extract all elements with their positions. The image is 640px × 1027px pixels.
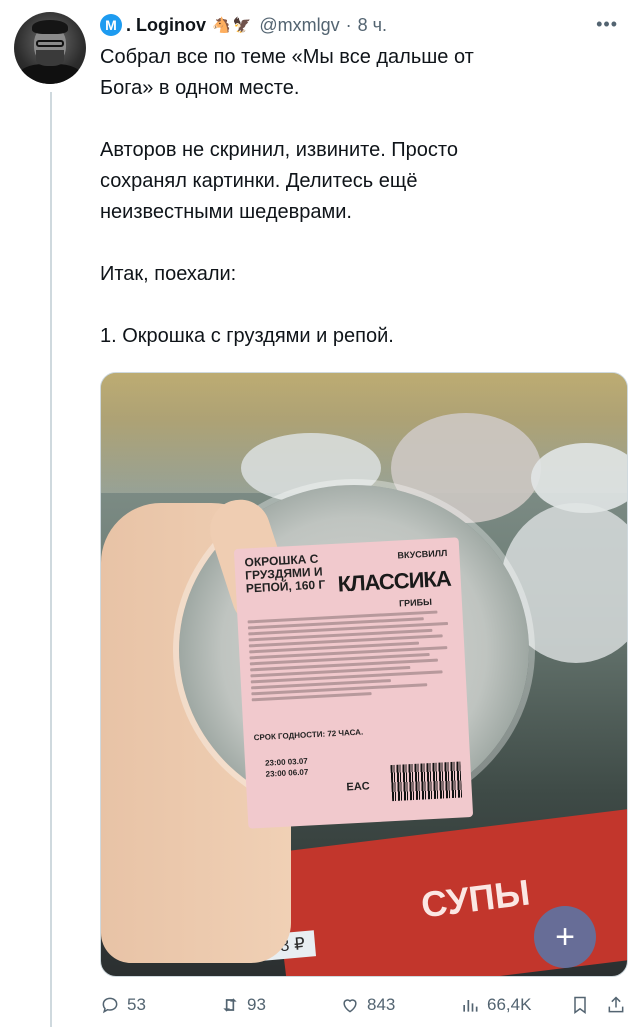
- retweet-button[interactable]: 93: [220, 995, 340, 1015]
- avatar-hair: [32, 20, 68, 34]
- tweet-line: Бога» в одном месте.: [100, 77, 300, 99]
- compose-button[interactable]: +: [534, 906, 596, 968]
- heart-icon: [343, 999, 357, 1013]
- views-button[interactable]: 66,4K: [460, 995, 570, 1015]
- bookmark-button[interactable]: [570, 995, 606, 1015]
- author-name[interactable]: . Loginov: [126, 15, 206, 36]
- reply-count: 53: [127, 995, 146, 1014]
- tweet-line: 1. Окрошка с груздями и репой.: [100, 325, 394, 347]
- avatar-beard: [36, 50, 64, 66]
- avatar[interactable]: [14, 12, 86, 84]
- label-brand: ВКУСВИЛЛ: [397, 547, 448, 561]
- thread-line: [50, 92, 52, 1027]
- tweet-line: сохранял картинки. Делитесь ещё: [100, 170, 418, 192]
- tweet-line: Авторов не скринил, извините. Просто: [100, 139, 458, 161]
- tweet-time[interactable]: 8 ч.: [358, 15, 387, 36]
- views-icon: [463, 1000, 478, 1012]
- like-count: 843: [367, 995, 396, 1014]
- product-label: ОКРОШКА С ГРУЗДЯМИ И РЕПОЙ, 160 Г ВКУСВИ…: [233, 537, 474, 829]
- tweet-line: Итак, поехали:: [100, 263, 237, 285]
- retweet-count: 93: [247, 995, 266, 1014]
- barcode: [390, 761, 463, 802]
- tweet-text: Собрал все по теме «Мы все дальше от Бог…: [100, 42, 540, 352]
- separator-dot: ·: [345, 14, 352, 35]
- bookmark-icon: [574, 996, 586, 1014]
- share-icon: [608, 996, 624, 1013]
- share-button[interactable]: [606, 995, 630, 1015]
- view-count: 66,4K: [487, 995, 532, 1014]
- tweet-line: Собрал все по теме «Мы все дальше от: [100, 46, 474, 68]
- background-tub: [531, 443, 627, 513]
- label-dates: 23:00 03.07 23:00 06.07: [265, 756, 309, 780]
- author-emoji: 🐴🦅: [212, 17, 254, 34]
- author-handle[interactable]: @mxmlgv: [259, 15, 339, 36]
- tweet-line: неизвестными шедеврами.: [100, 201, 352, 223]
- author-name-text[interactable]: Loginov: [136, 15, 206, 35]
- label-fine-print: [247, 610, 452, 704]
- label-shelf-life: СРОК ГОДНОСТИ: 72 ЧАСА.: [253, 727, 364, 743]
- tweet-header: M . Loginov 🐴🦅 @mxmlgv · 8 ч.: [100, 10, 387, 40]
- label-date: 23:00 06.07: [265, 767, 309, 779]
- label-classic: КЛАССИКА: [337, 565, 452, 597]
- name-badge: M: [100, 14, 122, 36]
- avatar-body: [18, 64, 82, 84]
- tweet-photo[interactable]: СУПЫ 8 ₽ 198 ₽ ОКРОШКА С ГРУЗДЯМИ И РЕПО…: [100, 372, 628, 977]
- label-sub: ГРИБЫ: [398, 596, 433, 609]
- action-bar: 53 93 843 66,4K: [100, 990, 630, 1020]
- ellipsis-icon[interactable]: •••: [596, 14, 618, 35]
- avatar-glasses: [36, 40, 64, 47]
- reply-icon: [102, 997, 118, 1014]
- like-button[interactable]: 843: [340, 995, 460, 1015]
- retweet-icon: [223, 998, 237, 1012]
- reply-button[interactable]: 53: [100, 995, 220, 1015]
- label-eac-mark: EAC: [346, 780, 370, 794]
